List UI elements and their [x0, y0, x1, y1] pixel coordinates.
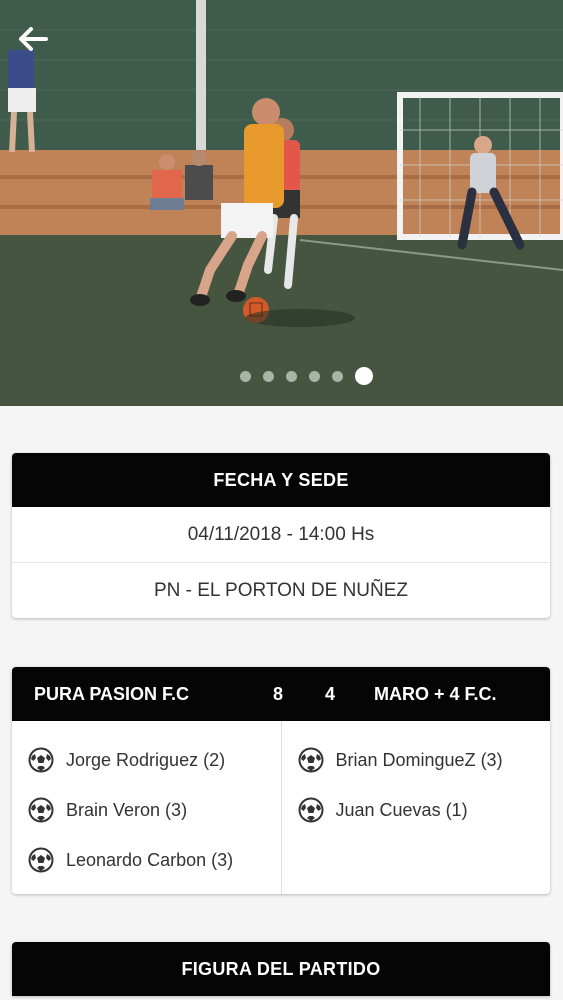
away-team-name: MARO + 4 F.C. — [374, 683, 497, 704]
soccer-ball-icon — [28, 797, 54, 823]
scorer-item: Jorge Rodriguez (2) — [12, 735, 281, 785]
venue-card: FECHA Y SEDE 04/11/2018 - 14:00 Hs PN - … — [12, 453, 550, 618]
match-photo[interactable] — [0, 0, 563, 406]
venue-card-header: FECHA Y SEDE — [12, 453, 550, 507]
match-datetime: 04/11/2018 - 14:00 Hs — [187, 523, 375, 545]
soccer-ball-icon — [28, 747, 54, 773]
soccer-ball-icon — [298, 797, 323, 823]
home-score: 8 — [272, 683, 283, 704]
carousel-dot[interactable] — [263, 370, 274, 382]
scorer-item: Juan Cuevas (1) — [282, 785, 551, 835]
scorer-name: Jorge Rodriguez (2) — [66, 749, 226, 770]
soccer-ball-icon — [298, 747, 323, 773]
figure-card-header: FIGURA DEL PARTIDO — [12, 942, 550, 996]
back-button[interactable] — [18, 26, 62, 64]
home-team-name: PURA PASION F.C — [34, 683, 190, 704]
carousel-dot[interactable] — [286, 370, 297, 382]
carousel-dot[interactable] — [332, 370, 343, 382]
soccer-ball-icon — [28, 847, 54, 873]
scorer-item: Brain Veron (3) — [12, 785, 281, 835]
scorer-name: Juan Cuevas (1) — [335, 799, 468, 820]
carousel-indicator — [0, 367, 563, 385]
match-photo-illustration — [0, 0, 563, 406]
scorers-list: Jorge Rodriguez (2) Brain Veron (3) Leon… — [12, 721, 550, 894]
scorer-name: Brian DominguеZ (3) — [335, 749, 503, 770]
carousel-dot-active[interactable] — [355, 367, 373, 385]
figure-card: FIGURA DEL PARTIDO — [12, 942, 550, 996]
match-venue: PN - EL PORTON DE NUÑEZ — [12, 562, 550, 618]
scorer-name: Brain Veron (3) — [66, 799, 188, 820]
score-header: PURA PASION F.C 8 4 MARO + 4 F.C. — [12, 667, 550, 721]
carousel-dot[interactable] — [240, 370, 251, 382]
away-scorers: Brian DominguеZ (3) Juan Cuevas (1) — [282, 721, 551, 894]
home-scorers: Jorge Rodriguez (2) Brain Veron (3) Leon… — [12, 721, 282, 894]
away-score: 4 — [324, 683, 335, 704]
score-card: PURA PASION F.C 8 4 MARO + 4 F.C. Jorge … — [12, 667, 550, 894]
scorer-item: Leonardo Carbon (3) — [12, 835, 281, 885]
arrow-left-icon — [19, 27, 48, 51]
scorer-item: Brian DominguеZ (3) — [282, 735, 551, 785]
carousel-dot[interactable] — [309, 370, 320, 382]
scorer-name: Leonardo Carbon (3) — [66, 849, 234, 870]
